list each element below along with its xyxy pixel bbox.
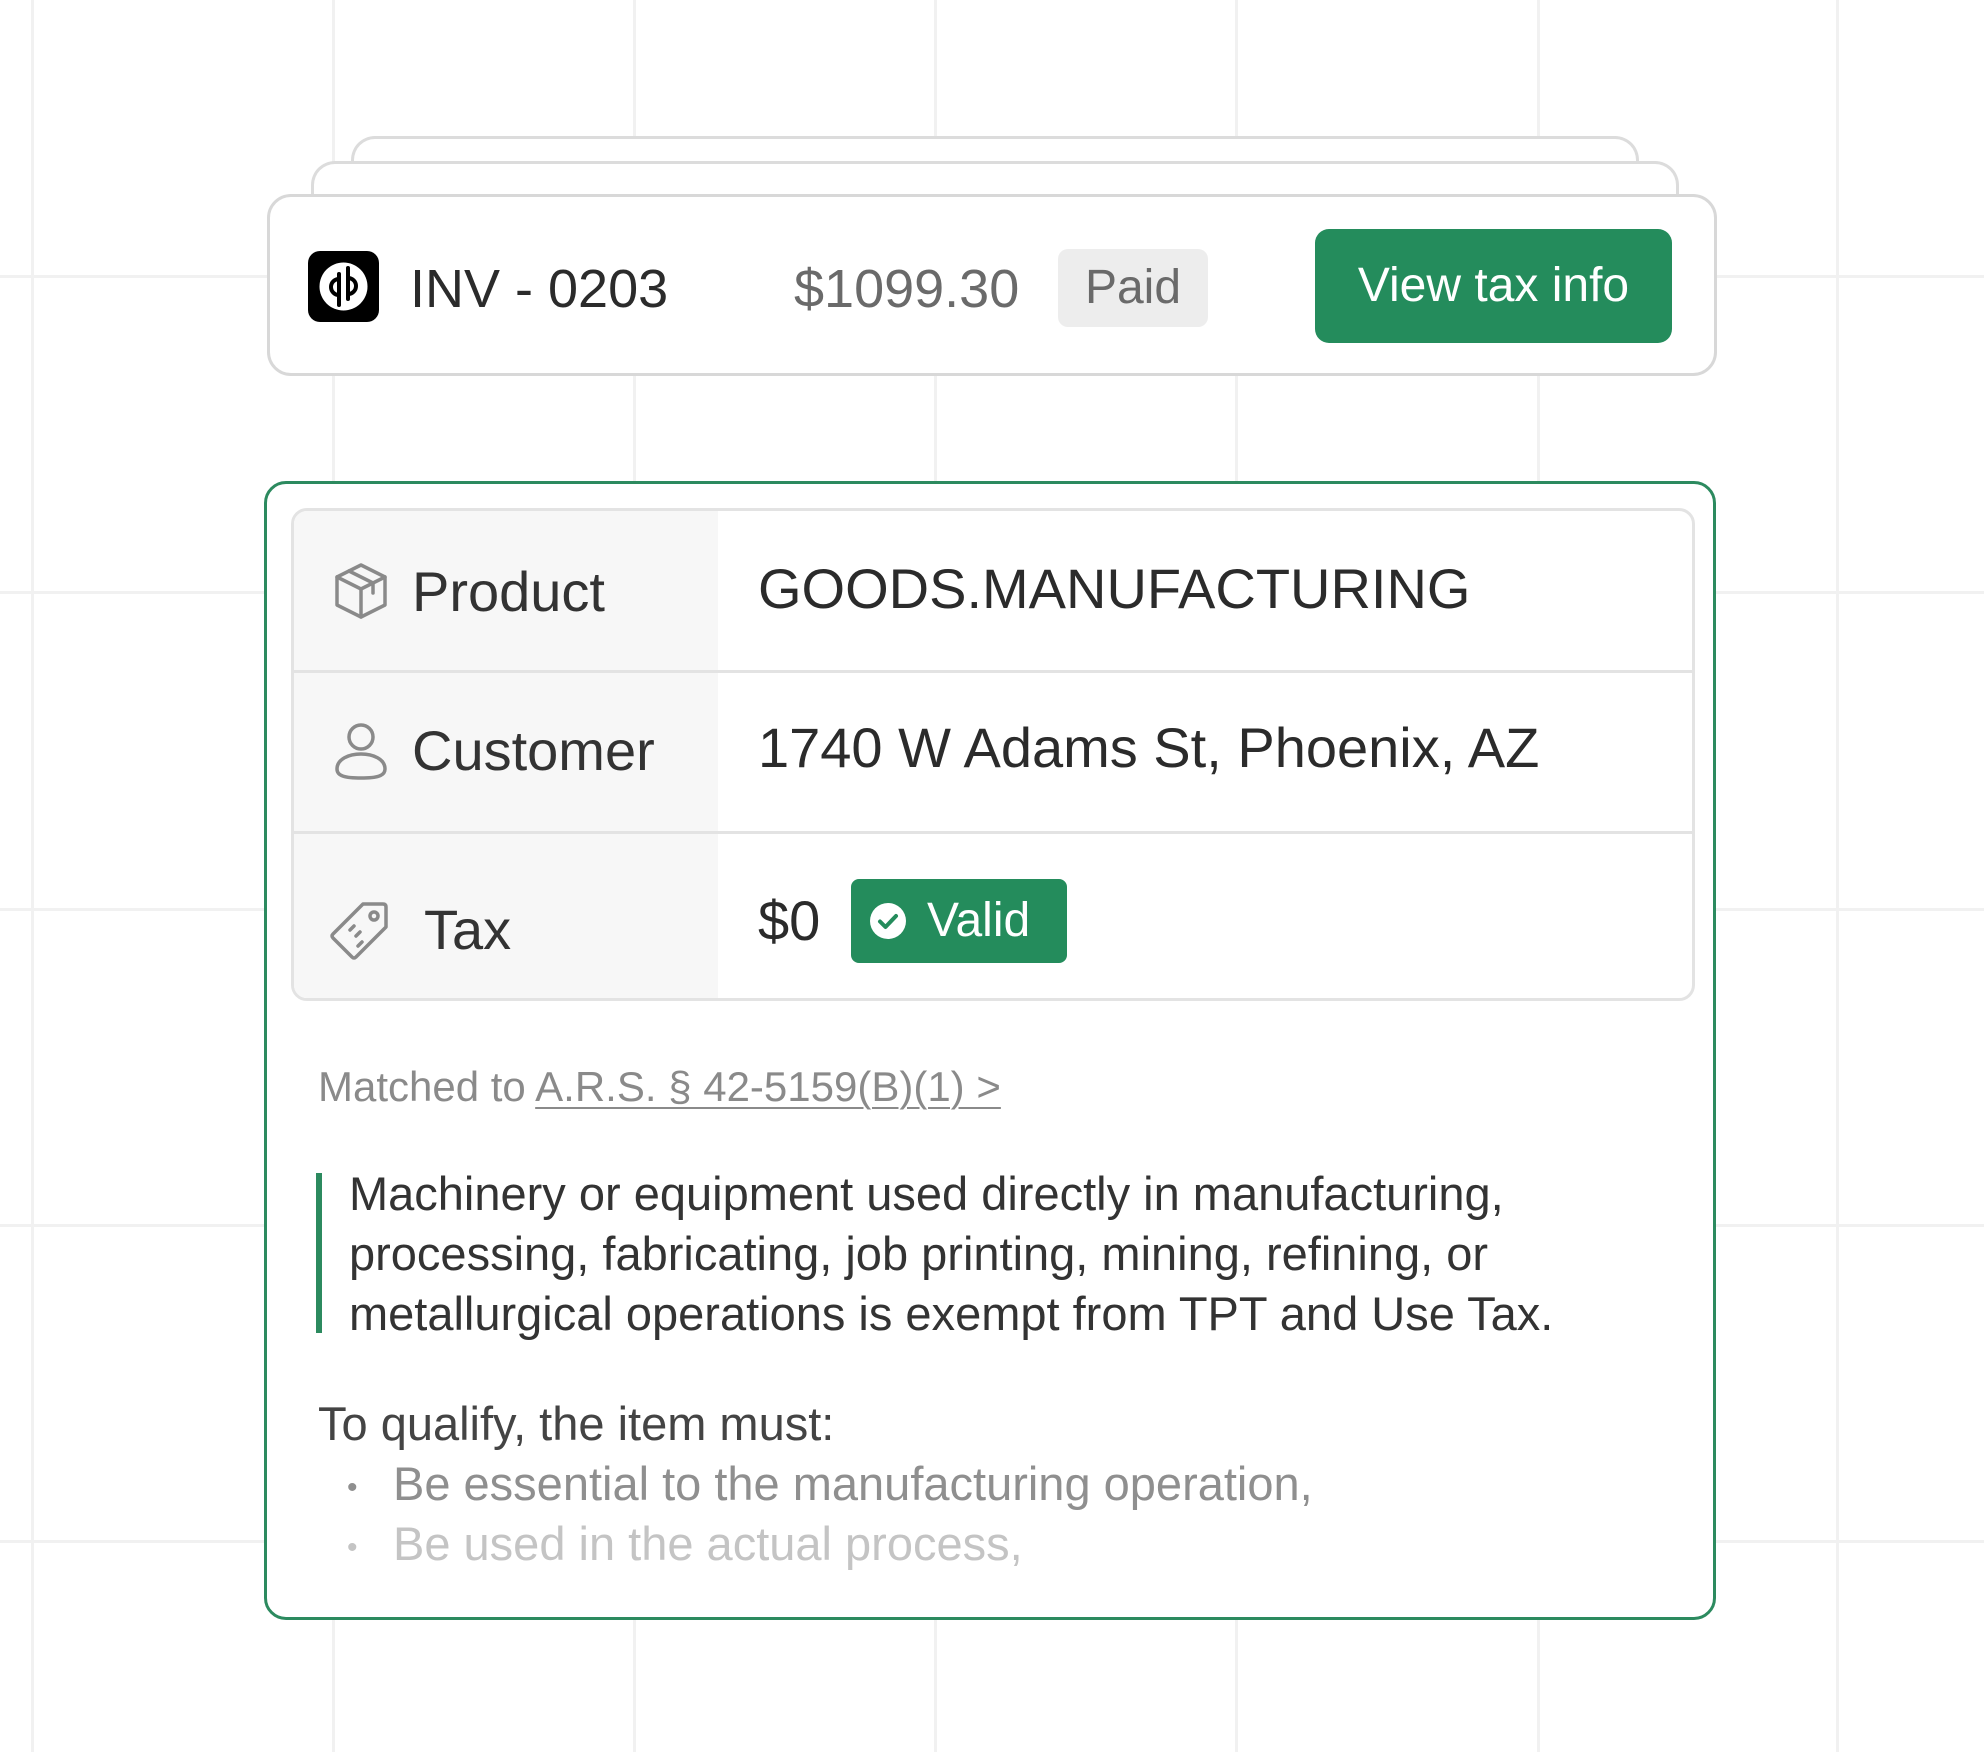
matched-prefix: Matched to bbox=[318, 1063, 526, 1110]
status-badge: Paid bbox=[1058, 249, 1208, 327]
invoice-amount: $1099.30 bbox=[794, 259, 1020, 319]
product-value: GOODS.MANUFACTURING bbox=[758, 557, 1471, 620]
criteria-text: Be used in the actual process, bbox=[393, 1517, 1023, 1570]
statute-quote: Machinery or equipment used directly in … bbox=[349, 1167, 1554, 1340]
view-tax-info-button[interactable]: View tax info bbox=[1315, 229, 1672, 343]
bullet-icon: • bbox=[347, 1530, 358, 1564]
tax-row: Tax $0 Valid bbox=[294, 834, 1692, 998]
bullet-icon: • bbox=[347, 1470, 358, 1504]
invoice-card: INV - 0203 $1099.30 Paid View tax info bbox=[267, 194, 1717, 376]
tax-info-panel: Product GOODS.MANUFACTURING Customer 174… bbox=[264, 481, 1716, 1620]
valid-badge: Valid bbox=[851, 879, 1067, 963]
customer-label: Customer bbox=[412, 719, 655, 782]
box-icon bbox=[332, 561, 390, 621]
quote-bar bbox=[316, 1173, 322, 1333]
customer-value: 1740 W Adams St, Phoenix, AZ bbox=[758, 716, 1540, 779]
check-circle-icon bbox=[870, 903, 906, 939]
customer-row: Customer 1740 W Adams St, Phoenix, AZ bbox=[294, 673, 1692, 831]
quickbooks-logo-icon bbox=[308, 251, 379, 322]
user-icon bbox=[332, 721, 390, 781]
valid-label: Valid bbox=[927, 894, 1031, 947]
tax-label: Tax bbox=[424, 898, 512, 961]
criteria-text: Be essential to the manufacturing operat… bbox=[393, 1457, 1313, 1510]
statute-link[interactable]: A.R.S. § 42-5159(B)(1) > bbox=[535, 1063, 1001, 1110]
tax-value: $0 bbox=[758, 889, 821, 952]
invoice-id: INV - 0203 bbox=[410, 259, 669, 319]
product-row: Product GOODS.MANUFACTURING bbox=[294, 511, 1692, 670]
tax-details-table: Product GOODS.MANUFACTURING Customer 174… bbox=[291, 508, 1695, 1001]
criteria-item: • Be essential to the manufacturing opera… bbox=[347, 1454, 1313, 1518]
tag-icon bbox=[330, 900, 388, 960]
product-label: Product bbox=[412, 560, 605, 623]
matched-statute-line: Matched to A.R.S. § 42-5159(B)(1) > bbox=[318, 1062, 1001, 1112]
qualify-heading: To qualify, the item must: bbox=[318, 1397, 835, 1450]
grid-line bbox=[31, 0, 34, 1752]
grid-line bbox=[1836, 0, 1839, 1752]
criteria-item: • Be used in the actual process, bbox=[347, 1514, 1023, 1578]
